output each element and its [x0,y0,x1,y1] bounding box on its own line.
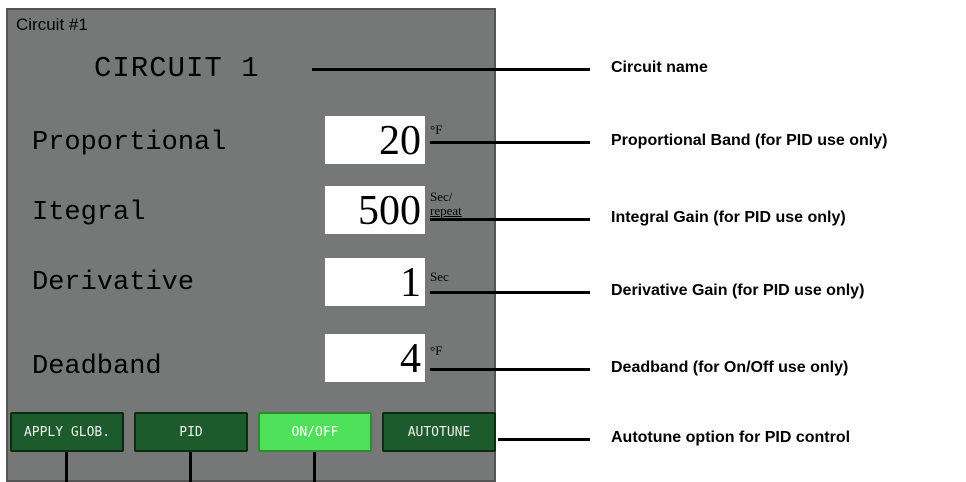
integral-value-field[interactable]: 500 [325,186,425,234]
circuit-panel: Circuit #1 CIRCUIT 1 Proportional 20 °F … [6,8,496,482]
derivative-annotation: Derivative Gain (for PID use only) [611,282,865,299]
circuit-name-display[interactable]: CIRCUIT 1 [94,52,260,85]
onoff-leader-line [313,452,316,482]
deadband-value-field[interactable]: 4 [325,334,425,382]
proportional-unit: °F [430,122,443,137]
proportional-value-field[interactable]: 20 [325,116,425,164]
derivative-unit: Sec [430,269,449,284]
autotune-annotation: Autotune option for PID control [611,429,851,446]
apply-global-button[interactable]: APPLY GLOB. [10,412,124,452]
deadband-annotation: Deadband (for On/Off use only) [611,359,849,376]
proportional-annotation: Proportional Band (for PID use only) [611,132,888,149]
derivative-leader-line [430,291,590,294]
integral-label: Itegral [32,198,146,228]
integral-unit-bottom: repeat [430,203,462,218]
pid-button[interactable]: PID [134,412,248,452]
onoff-button[interactable]: ON/OFF [258,412,372,452]
apply-global-leader-line [65,452,68,482]
deadband-leader-line [430,368,590,371]
circuit-name-leader-line [312,68,590,71]
proportional-leader-line [430,141,590,144]
deadband-label: Deadband [32,352,162,382]
derivative-value-field[interactable]: 1 [325,258,425,306]
integral-unit: Sec/ repeat [430,190,462,218]
proportional-label: Proportional [32,128,227,158]
autotune-leader-line [498,438,590,441]
integral-annotation: Integral Gain (for PID use only) [611,209,846,226]
circuit-name-annotation: Circuit name [611,59,708,76]
pid-leader-line [189,452,192,482]
autotune-button[interactable]: AUTOTUNE [382,412,496,452]
integral-leader-line [430,218,590,221]
derivative-label: Derivative [32,268,195,298]
deadband-unit: °F [430,343,443,358]
panel-title: Circuit #1 [16,15,88,34]
integral-unit-top: Sec/ [430,189,453,204]
